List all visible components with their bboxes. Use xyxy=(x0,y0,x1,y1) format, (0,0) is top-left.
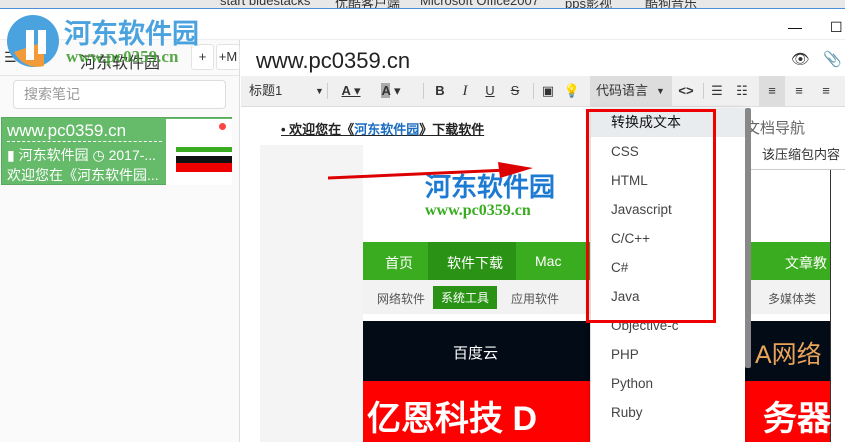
image-icon[interactable]: ▣ xyxy=(537,76,559,106)
note-list-item[interactable]: www.pc0359.cn ▮ 河东软件园 ◷ 2017-... 欢迎您在《河东… xyxy=(1,117,232,185)
code-language-select[interactable]: 代码语言 ▼ xyxy=(590,76,672,106)
minimize-button[interactable]: — xyxy=(788,19,802,35)
doc-nav-title: 文档导航 xyxy=(745,120,806,137)
dropdown-scrollbar[interactable] xyxy=(745,108,751,368)
taskbar-item[interactable]: Microsoft Office2007 xyxy=(420,0,539,8)
chevron-down-icon: ▼ xyxy=(656,86,665,96)
thumb-banner xyxy=(176,163,232,172)
note-notebook: 河东软件园 xyxy=(18,147,89,163)
site-nav-item: 软件下载 xyxy=(447,255,503,271)
content-bullet: • 欢迎您在《河东软件园》下载软件 xyxy=(281,122,485,137)
banner-text: 务器 xyxy=(763,400,831,438)
site-nav-item: 首页 xyxy=(385,255,413,271)
code-language-label: 代码语言 xyxy=(596,83,649,98)
bullet-link[interactable]: 河东软件园 xyxy=(354,122,419,137)
font-color-icon[interactable]: A ▾ xyxy=(336,76,366,106)
logo-icon xyxy=(7,15,59,67)
sidebar: ☰ 河东软件园 + +M 搜索笔记 www.pc0359.cn ▮ 河东软件园 … xyxy=(0,40,240,442)
site-subnav-item: 多媒体类 xyxy=(768,292,817,306)
background-color-icon[interactable]: A ▾ xyxy=(376,76,406,106)
note-meta: ▮ 河东软件园 ◷ 2017-... xyxy=(7,145,156,165)
note-title: www.pc0359.cn xyxy=(7,121,162,142)
site-url: www.pc0359.cn xyxy=(425,202,531,219)
taskbar-item[interactable]: pps影视 xyxy=(565,0,612,8)
heading-label: 标题1 xyxy=(249,83,283,98)
dropdown-item[interactable]: PHP xyxy=(591,340,745,369)
bullet-list-icon[interactable]: ☰ xyxy=(706,76,728,106)
taskbar-item[interactable]: 酷狗音乐 xyxy=(645,0,697,8)
italic-icon[interactable]: I xyxy=(453,76,477,106)
banner-text: 亿恩科技 D xyxy=(367,400,537,438)
numbered-list-icon[interactable]: ☷ xyxy=(731,76,753,106)
watermark-url: www.pc0359.cn xyxy=(66,47,179,66)
note-snippet: 欢迎您在《河东软件园... xyxy=(7,167,159,183)
align-right-icon[interactable]: ≡ xyxy=(813,76,839,106)
taskbar: start bluestacks 优酷客户端 Microsoft Office2… xyxy=(0,0,845,9)
note-title-input[interactable]: www.pc0359.cn xyxy=(256,48,410,74)
banner-text: A网络 xyxy=(755,341,822,369)
thumb-nav xyxy=(176,147,232,152)
red-highlight-box xyxy=(586,109,716,323)
preview-eye-icon[interactable]: 👁 xyxy=(791,50,810,68)
dropdown-item[interactable]: Ruby xyxy=(591,398,745,427)
bullet-text: 》下载软件 xyxy=(419,122,485,137)
editor-toolbar: 标题1 ▼ A ▾ A ▾ B I U S ▣ 💡 代码语言 ▼ <> ☰ ☷ ≡ … xyxy=(241,76,845,107)
note-date: 2017-... xyxy=(108,147,157,163)
search-input[interactable]: 搜索笔记 xyxy=(13,80,226,109)
site-subnav-item: 应用软件 xyxy=(511,292,560,306)
lightbulb-icon[interactable]: 💡 xyxy=(561,76,583,106)
dropdown-item[interactable]: Python xyxy=(591,369,745,398)
doc-navigation-panel: 文档导航 该压缩包内容 xyxy=(745,107,845,170)
clock-icon: ◷ xyxy=(92,147,109,163)
bullet-text: 欢迎您在《 xyxy=(289,122,355,137)
bold-icon[interactable]: B xyxy=(428,76,452,106)
strikethrough-icon[interactable]: S xyxy=(503,76,527,106)
taskbar-item[interactable]: 优酷客户端 xyxy=(335,0,400,8)
heading-select[interactable]: 标题1 ▼ xyxy=(249,76,324,106)
thumb-banner xyxy=(176,156,232,163)
code-icon[interactable]: <> xyxy=(674,76,698,106)
align-left-icon[interactable]: ≡ xyxy=(759,76,785,106)
site-nav-item: Mac xyxy=(535,253,562,269)
watermark-logo: 河东软件园 www.pc0359.cn xyxy=(4,12,224,72)
site-nav-item: 文章教 xyxy=(785,255,827,271)
banner-text: 百度云 xyxy=(453,345,499,362)
site-subnav-item: 系统工具 xyxy=(433,286,498,309)
doc-nav-item[interactable]: 该压缩包内容 xyxy=(762,144,840,163)
red-arrow-annotation xyxy=(328,162,533,180)
note-thumbnail xyxy=(166,119,232,185)
site-subnav-item: 网络软件 xyxy=(377,292,426,306)
align-center-icon[interactable]: ≡ xyxy=(786,76,812,106)
chevron-down-icon: ▼ xyxy=(315,86,324,96)
maximize-button[interactable]: ☐ xyxy=(830,19,843,36)
watermark-brand: 河东软件园 xyxy=(64,19,199,50)
underline-icon[interactable]: U xyxy=(478,76,502,106)
unsaved-dot xyxy=(219,123,226,130)
taskbar-item[interactable]: start bluestacks xyxy=(220,0,310,8)
attachment-icon[interactable]: 📎 xyxy=(823,50,842,68)
notebook-icon: ▮ xyxy=(7,147,19,163)
